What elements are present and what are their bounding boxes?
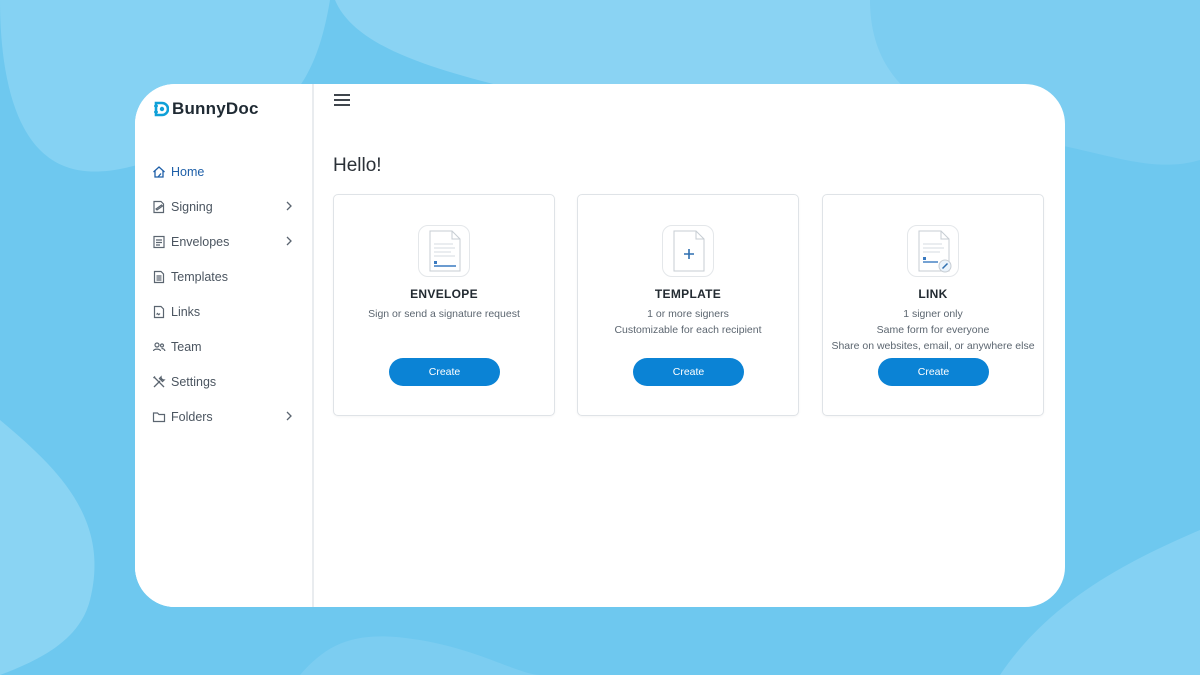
template-card: TEMPLATE 1 or more signers Customizable … <box>577 194 799 416</box>
chevron-right-icon <box>286 201 292 211</box>
settings-icon <box>152 374 166 389</box>
envelope-document-icon <box>418 225 470 277</box>
card-description: 1 signer only Same form for everyone Sha… <box>823 306 1043 354</box>
team-icon <box>152 340 166 354</box>
create-envelope-button[interactable]: Create <box>389 358 500 386</box>
home-icon <box>152 165 166 179</box>
chevron-right-icon <box>286 236 292 246</box>
app-logo[interactable]: BunnyDoc <box>153 99 259 119</box>
folder-icon <box>152 410 166 424</box>
sidebar-item-label: Home <box>171 164 205 179</box>
card-description-line: Same form for everyone <box>876 324 990 336</box>
card-description-line: Share on websites, email, or anywhere el… <box>831 340 1035 352</box>
sidebar-item-team[interactable]: Team <box>135 329 312 364</box>
sidebar-item-home[interactable]: Home <box>135 154 312 189</box>
app-name: BunnyDoc <box>172 99 259 118</box>
card-description-line: Customizable for each recipient <box>614 324 762 336</box>
app-window: BunnyDoc Home Signing Envelopes Template… <box>135 84 1065 607</box>
card-description-line: 1 or more signers <box>647 308 729 320</box>
link-icon <box>152 305 166 319</box>
template-icon <box>152 270 166 284</box>
sidebar-item-templates[interactable]: Templates <box>135 259 312 294</box>
link-document-icon <box>907 225 959 277</box>
sidebar-item-signing[interactable]: Signing <box>135 189 312 224</box>
card-title: LINK <box>918 287 948 301</box>
chevron-right-icon <box>286 411 292 421</box>
signing-icon <box>152 200 166 214</box>
bunnydoc-logo-icon <box>154 101 169 117</box>
link-card: LINK 1 signer only Same form for everyon… <box>822 194 1044 416</box>
sidebar-item-label: Links <box>171 304 201 319</box>
sidebar: BunnyDoc Home Signing Envelopes Template… <box>135 84 314 607</box>
card-title: TEMPLATE <box>654 287 722 301</box>
main-content: Hello! ENVELOPE Sign or send a signature… <box>313 84 1065 607</box>
sidebar-item-label: Team <box>171 339 202 354</box>
sidebar-item-envelopes[interactable]: Envelopes <box>135 224 312 259</box>
create-link-button[interactable]: Create <box>878 358 989 386</box>
card-description-line: Sign or send a signature request <box>368 308 520 320</box>
sidebar-item-settings[interactable]: Settings <box>135 364 312 399</box>
sidebar-item-links[interactable]: Links <box>135 294 312 329</box>
card-title: ENVELOPE <box>410 287 478 301</box>
template-add-icon <box>662 225 714 277</box>
sidebar-nav: Home Signing Envelopes Templates Links T… <box>135 154 312 434</box>
card-description-line: 1 signer only <box>903 308 963 320</box>
sidebar-item-label: Templates <box>171 269 228 284</box>
sidebar-item-label: Signing <box>171 199 213 214</box>
card-description: Sign or send a signature request <box>334 306 554 322</box>
sidebar-item-folders[interactable]: Folders <box>135 399 312 434</box>
create-template-button[interactable]: Create <box>633 358 744 386</box>
envelope-card: ENVELOPE Sign or send a signature reques… <box>333 194 555 416</box>
page-title: Hello! <box>333 155 382 176</box>
hamburger-menu-icon[interactable] <box>334 94 350 108</box>
sidebar-item-label: Envelopes <box>171 234 230 249</box>
sidebar-item-label: Folders <box>171 409 213 424</box>
sidebar-item-label: Settings <box>171 374 217 389</box>
envelope-icon <box>152 235 166 249</box>
card-description: 1 or more signers Customizable for each … <box>578 306 798 338</box>
